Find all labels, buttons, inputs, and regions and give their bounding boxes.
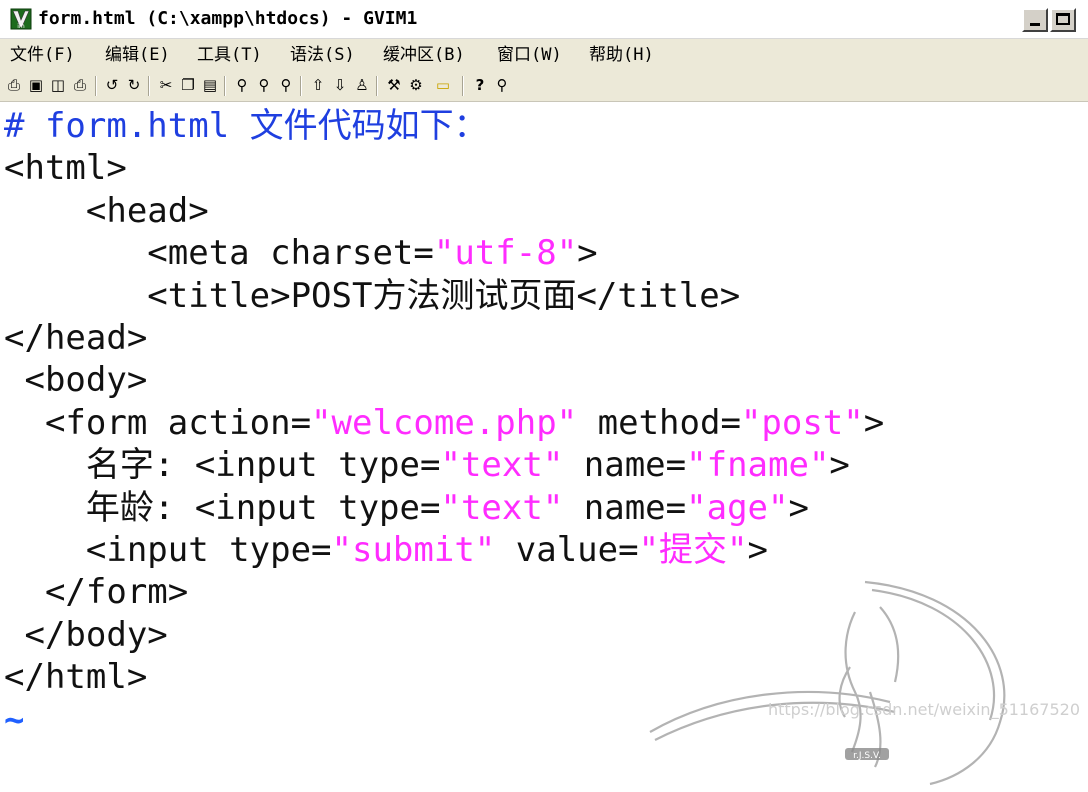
title-bar[interactable]: im form.html (C:\xampp\htdocs) - GVIM1	[0, 0, 1088, 39]
load-session-icon[interactable]: ⇧	[310, 77, 326, 93]
comment-token: # form.html 文件代码如下：	[4, 106, 488, 146]
string-token: "text"	[440, 445, 564, 486]
code-line[interactable]: ~	[4, 699, 24, 741]
string-token: "post"	[740, 402, 864, 443]
string-token: "utf-8"	[433, 233, 578, 274]
find-prev-icon[interactable]: ⚲	[278, 77, 294, 93]
code-token: method=	[577, 402, 741, 443]
code-token: name=	[563, 487, 687, 528]
code-token: >	[747, 530, 769, 570]
code-token: </html>	[4, 657, 148, 698]
code-token: </body>	[4, 614, 168, 655]
minimize-button[interactable]	[1022, 8, 1048, 32]
find-replace-icon[interactable]: ⚲	[234, 77, 250, 93]
code-line[interactable]: </form>	[4, 571, 188, 613]
vim-logo-icon: im	[10, 8, 32, 30]
menu-syntax[interactable]: 语法(S)	[290, 44, 355, 66]
code-token: <html>	[4, 148, 127, 189]
code-token: >	[863, 402, 885, 443]
code-line[interactable]: <meta charset="utf-8">	[4, 232, 598, 274]
window-title: form.html (C:\xampp\htdocs) - GVIM1	[38, 8, 418, 29]
code-token: >	[788, 487, 809, 528]
editor-area[interactable]: # form.html 文件代码如下： <html> <head> <meta c…	[0, 102, 1088, 786]
copy-icon[interactable]: ❐	[180, 77, 196, 93]
shell-icon[interactable]: ⚙	[408, 77, 424, 93]
find-help-icon[interactable]: ⚲	[494, 77, 510, 93]
code-token: <meta charset=	[4, 233, 434, 274]
menu-tools[interactable]: 工具(T)	[197, 44, 262, 66]
code-line[interactable]: 年龄: <input type="text" name="age">	[4, 487, 809, 529]
print-icon[interactable]: ⎙	[72, 77, 88, 93]
code-token: <body>	[4, 360, 148, 401]
undo-icon[interactable]: ↺	[104, 77, 120, 93]
open-icon[interactable]: ⎙	[6, 77, 22, 93]
horse-watermark-logo: r.J.S.V.	[649, 580, 1006, 786]
code-line[interactable]: <head>	[4, 190, 209, 232]
code-line[interactable]: </body>	[4, 614, 168, 656]
code-line[interactable]: <html>	[4, 147, 127, 189]
code-line[interactable]: 名字: <input type="text" name="fname">	[4, 444, 850, 486]
menu-help[interactable]: 帮助(H)	[589, 44, 654, 66]
code-token: <title>POST方法测试页面</title>	[4, 275, 741, 316]
save-session-icon[interactable]: ⇩	[332, 77, 348, 93]
code-line[interactable]: </head>	[4, 317, 147, 359]
cut-icon[interactable]: ✂	[158, 77, 174, 93]
menu-file[interactable]: 文件(F)	[10, 44, 75, 66]
make-icon[interactable]: ⚒	[386, 77, 402, 93]
csdn-watermark-url: https://blog.csdn.net/weixin_51167520	[767, 700, 1080, 719]
redo-icon[interactable]: ↻	[126, 77, 142, 93]
maximize-button[interactable]	[1050, 8, 1076, 32]
string-token: "age"	[686, 487, 789, 528]
code-token: name=	[563, 445, 687, 486]
string-token: "提交"	[638, 530, 748, 570]
svg-text:im: im	[17, 23, 25, 30]
ctags-icon[interactable]: ▭	[432, 77, 454, 93]
code-token: 名字: <input type=	[4, 445, 441, 486]
code-line[interactable]: # form.html 文件代码如下：	[4, 105, 488, 147]
menu-buffers[interactable]: 缓冲区(B)	[383, 44, 465, 66]
code-token: >	[829, 445, 850, 486]
string-token: "text"	[440, 487, 564, 528]
find-next-icon[interactable]: ⚲	[256, 77, 272, 93]
toolbar: ⎙ ▣ ◫ ⎙ ↺ ↻ ✂ ❐ ▤ ⚲ ⚲ ⚲ ⇧ ⇩ ♙ ⚒ ⚙ ▭ ? ⚲	[0, 71, 1088, 102]
maximize-icon	[1056, 13, 1070, 25]
code-line[interactable]: <body>	[4, 359, 147, 401]
code-token: </head>	[4, 318, 148, 358]
help-icon[interactable]: ?	[472, 77, 488, 93]
code-token: <input type=	[4, 530, 332, 570]
code-token: <head>	[4, 190, 209, 231]
code-line[interactable]: <title>POST方法测试页面</title>	[4, 275, 740, 317]
watermark-signature: r.J.S.V.	[853, 751, 881, 761]
menu-window[interactable]: 窗口(W)	[497, 44, 562, 66]
string-token: "fname"	[686, 445, 830, 486]
code-token: value=	[495, 530, 639, 570]
menu-edit[interactable]: 编辑(E)	[105, 44, 170, 66]
string-token: "welcome.php"	[311, 402, 578, 443]
save-all-icon[interactable]: ◫	[50, 77, 66, 93]
code-token: 年龄: <input type=	[4, 487, 441, 528]
empty-line-marker: ~	[4, 699, 25, 740]
code-token: </form>	[4, 572, 189, 613]
run-script-icon[interactable]: ♙	[354, 77, 370, 93]
code-token: <form action=	[4, 402, 312, 443]
code-line[interactable]: </html>	[4, 656, 147, 698]
string-token: "submit"	[331, 530, 496, 570]
minimize-icon	[1030, 23, 1040, 26]
menu-bar: 文件(F) 编辑(E) 工具(T) 语法(S) 缓冲区(B) 窗口(W) 帮助(…	[0, 39, 1088, 71]
paste-icon[interactable]: ▤	[202, 77, 218, 93]
code-token: >	[577, 233, 598, 274]
save-icon[interactable]: ▣	[28, 77, 44, 93]
code-line[interactable]: <form action="welcome.php" method="post"…	[4, 402, 884, 444]
code-line[interactable]: <input type="submit" value="提交">	[4, 529, 768, 571]
